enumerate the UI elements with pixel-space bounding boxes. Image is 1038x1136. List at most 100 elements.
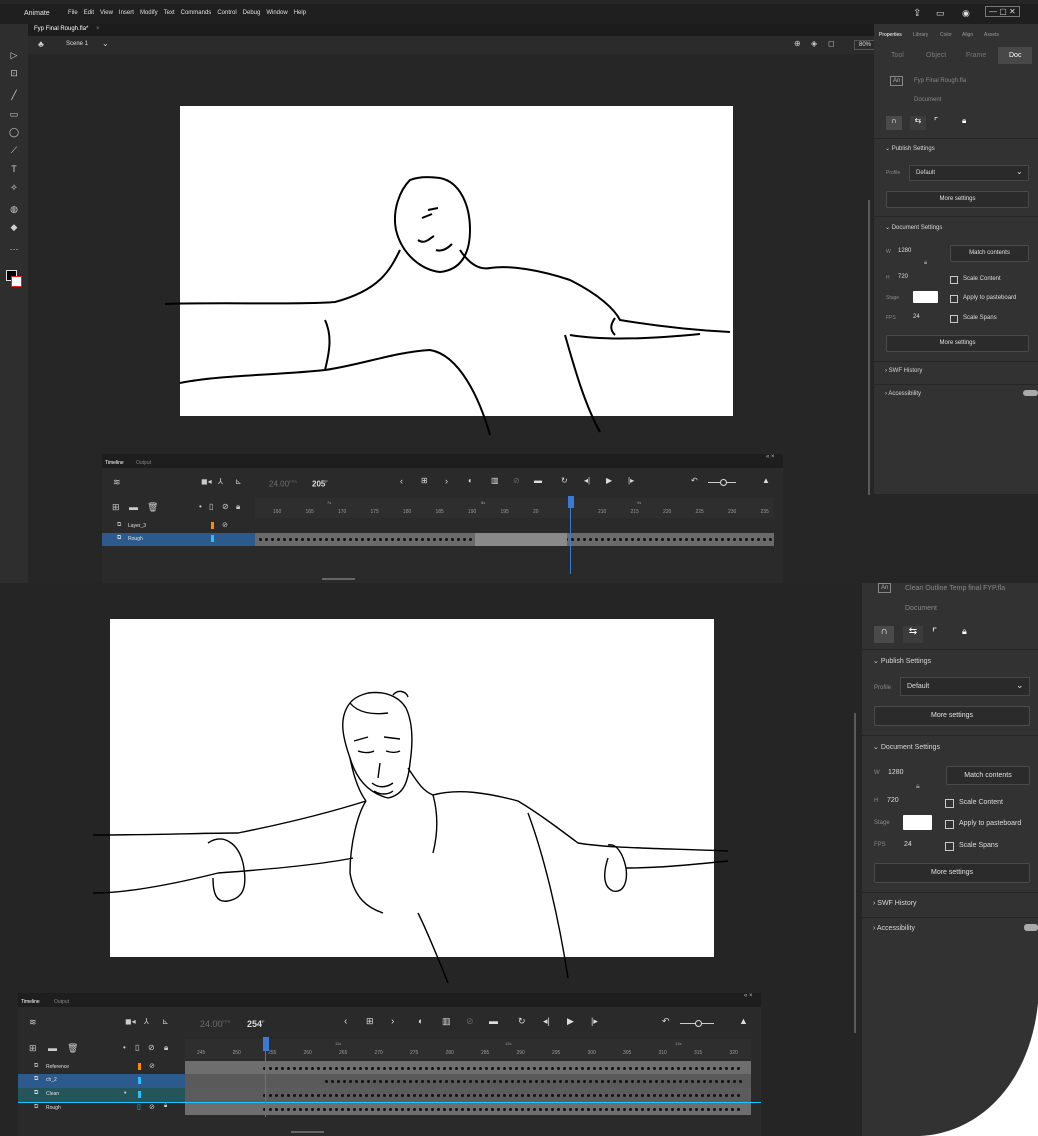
delete-layer-icon[interactable]: 🗑︎ — [67, 1043, 78, 1054]
keyframe-dot[interactable] — [617, 1107, 620, 1111]
corner-icon[interactable]: ⌜ — [932, 626, 937, 639]
menu-item-help[interactable]: Help — [294, 10, 306, 16]
keyframe-dot[interactable] — [353, 1093, 356, 1097]
keyframe-dot[interactable] — [371, 1066, 374, 1070]
highlight-dot-icon[interactable]: • — [123, 1043, 126, 1052]
keyframe-dot[interactable] — [455, 1066, 458, 1070]
align-icon[interactable]: ⇆ — [910, 116, 926, 130]
keyframe-dot[interactable] — [431, 1066, 434, 1070]
keyframe-dot[interactable] — [569, 1107, 572, 1111]
keyframe-dot[interactable] — [431, 1107, 434, 1111]
keyframe-dot[interactable] — [373, 1079, 376, 1083]
keyframe-dot[interactable] — [647, 1066, 650, 1070]
keyframe-dot[interactable] — [395, 1107, 398, 1111]
keyframe-dot[interactable] — [269, 1093, 272, 1097]
keyframe-dot[interactable] — [343, 537, 346, 541]
keyframe-dot[interactable] — [331, 1079, 334, 1083]
keyframe-dot[interactable] — [443, 1093, 446, 1097]
keyframe-dot[interactable] — [655, 1079, 658, 1083]
keyframe-dot[interactable] — [599, 1066, 602, 1070]
keyframe-dot[interactable] — [539, 1066, 542, 1070]
keyframe-dot[interactable] — [409, 1079, 412, 1083]
layer-name[interactable]: Reference — [46, 1064, 69, 1070]
layer-row-selected[interactable]: ⧉ ch_2 — [18, 1074, 185, 1088]
menu-item-file[interactable]: File — [68, 10, 78, 16]
keyframe-dot[interactable] — [709, 537, 712, 541]
keyframe-dot[interactable] — [343, 1079, 346, 1083]
edit-symbols-icon[interactable]: ◈ — [811, 39, 817, 48]
lock-all-icon[interactable]: 🔒︎ — [236, 502, 240, 512]
keyframe-dot[interactable] — [629, 1107, 632, 1111]
keyframe-dot[interactable] — [671, 1093, 674, 1097]
frame-ruler[interactable]: 160 165 170 175 180 185 190 195 20 210 215 220 225 23… — [255, 498, 774, 518]
keyframe-dot[interactable] — [323, 1107, 326, 1111]
keyframe-dot[interactable] — [421, 1079, 424, 1083]
profile-select[interactable]: Default ⌄ — [900, 677, 1030, 696]
layers-icon[interactable]: ≋ — [113, 477, 121, 488]
keyframe-dot[interactable] — [281, 1107, 284, 1111]
keyframe-dot[interactable] — [539, 1093, 542, 1097]
frame-tracks[interactable] — [185, 1061, 751, 1115]
height-field[interactable]: 720 — [887, 797, 899, 804]
tab-align[interactable]: Align — [962, 32, 973, 38]
keyframe-dot[interactable] — [649, 537, 652, 541]
motion-tween-icon[interactable]: ▬ — [534, 476, 542, 485]
keyframe-dot[interactable] — [533, 1066, 536, 1070]
rectangle-tool-icon[interactable]: ▭ — [4, 107, 24, 121]
timeline-tab[interactable]: Timeline — [105, 460, 124, 466]
keyframe-dot[interactable] — [377, 1093, 380, 1097]
keyframe-dot[interactable] — [683, 1066, 686, 1070]
keyframe-dot[interactable] — [341, 1093, 344, 1097]
visibility-icon[interactable]: ⊘ — [222, 502, 229, 511]
keyframe-dot[interactable] — [335, 1107, 338, 1111]
keyframe-dot[interactable] — [419, 1093, 422, 1097]
loop-icon[interactable]: ↻ — [518, 1016, 526, 1027]
keyframe-dot[interactable] — [643, 537, 646, 541]
share-icon[interactable]: ⇪ — [913, 8, 921, 19]
keyframe-dot[interactable] — [533, 1107, 536, 1111]
keyframe-dot[interactable] — [577, 1079, 580, 1083]
fps-field[interactable]: 24 — [904, 841, 912, 848]
layer-row-active[interactable]: ⧉ Clean • — [18, 1088, 185, 1102]
keyframe-dot[interactable] — [383, 1066, 386, 1070]
keyframe-dot[interactable] — [443, 1066, 446, 1070]
keyframe-dot[interactable] — [469, 537, 472, 541]
prev-keyframe-icon[interactable]: ‹ — [400, 476, 403, 486]
keyframe-dot[interactable] — [605, 1093, 608, 1097]
keyframe-dot[interactable] — [667, 537, 670, 541]
graph-icon[interactable]: ⊾ — [162, 1017, 169, 1026]
lock-icon[interactable]: 🔒︎ — [962, 626, 967, 637]
keyframe-dot[interactable] — [385, 537, 388, 541]
tab-library[interactable]: Library — [913, 32, 928, 38]
layer-color-marker[interactable] — [138, 1077, 141, 1084]
edit-multiple-icon[interactable]: ⊘ — [513, 476, 520, 485]
keyframe-dot[interactable] — [535, 1079, 538, 1083]
menu-item-commands[interactable]: Commands — [181, 10, 212, 16]
link-dimensions-icon[interactable]: 🔒︎ — [916, 783, 920, 791]
keyframe-dot[interactable] — [569, 1066, 572, 1070]
keyframe-dot[interactable] — [715, 1079, 718, 1083]
subtab-object[interactable]: Object — [926, 52, 946, 59]
keyframe-dot[interactable] — [653, 1093, 656, 1097]
keyframe-dot[interactable] — [287, 1093, 290, 1097]
doc-tab[interactable]: Fyp Final Rough.fla* — [34, 26, 88, 32]
keyframe-dot[interactable] — [637, 1079, 640, 1083]
keyframe-dot[interactable] — [473, 1107, 476, 1111]
keyframe-dot[interactable] — [527, 1066, 530, 1070]
keyframe-dot[interactable] — [671, 1066, 674, 1070]
zoom-slider-handle[interactable] — [695, 1020, 702, 1027]
graph-icon[interactable]: ⊾ — [235, 477, 242, 486]
keyframe-dot[interactable] — [583, 537, 586, 541]
keyframe-dot[interactable] — [317, 1107, 320, 1111]
keyframe-dot[interactable] — [695, 1066, 698, 1070]
keyframe-dot[interactable] — [709, 1079, 712, 1083]
keyframe-dot[interactable] — [695, 1093, 698, 1097]
insert-keyframe-icon[interactable]: ⊞ — [421, 476, 428, 485]
keyframe-dot[interactable] — [413, 1066, 416, 1070]
clip-icon[interactable]: ◻ — [828, 39, 835, 48]
keyframe-dot[interactable] — [653, 1066, 656, 1070]
keyframe-dot[interactable] — [407, 1107, 410, 1111]
keyframe-dot[interactable] — [629, 1066, 632, 1070]
keyframe-dot[interactable] — [605, 1066, 608, 1070]
keyframe-dot[interactable] — [601, 1079, 604, 1083]
